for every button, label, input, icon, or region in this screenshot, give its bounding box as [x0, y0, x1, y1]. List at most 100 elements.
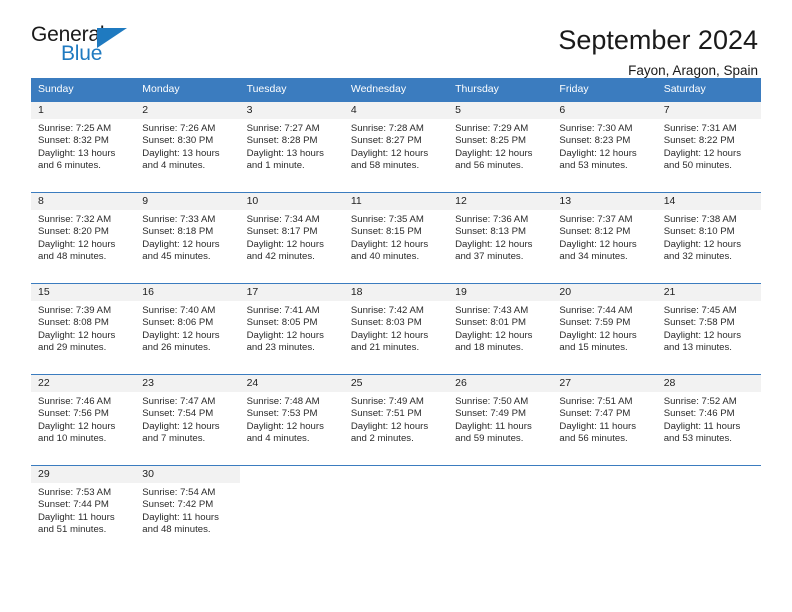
day-cell[interactable]: 18 Sunrise: 7:42 AM Sunset: 8:03 PM Dayl…	[343, 283, 449, 366]
day-number: 10	[246, 194, 259, 207]
day-cell[interactable]: 23 Sunrise: 7:47 AM Sunset: 7:54 PM Dayl…	[135, 374, 240, 457]
day-cell[interactable]: 22 Sunrise: 7:46 AM Sunset: 7:56 PM Dayl…	[31, 374, 136, 457]
day-cell[interactable]: 4 Sunrise: 7:28 AM Sunset: 8:27 PM Dayli…	[343, 101, 449, 184]
day-cell[interactable]: 1 Sunrise: 7:25 AM Sunset: 8:32 PM Dayli…	[31, 101, 136, 184]
day-cell[interactable]: 12 Sunrise: 7:36 AM Sunset: 8:13 PM Dayl…	[448, 192, 553, 275]
day-cell[interactable]: 20 Sunrise: 7:44 AM Sunset: 7:59 PM Dayl…	[552, 283, 657, 366]
day-number: 14	[663, 194, 676, 207]
sunrise-text: Sunrise: 7:27 AM	[246, 122, 320, 134]
calendar-page: General Blue September 2024 Fayon, Arago…	[0, 0, 792, 612]
day-number: 22	[38, 376, 50, 389]
daylight-text-line2: and 53 minutes.	[663, 433, 732, 445]
sunset-text: Sunset: 7:59 PM	[559, 317, 631, 329]
brand-name-blue: Blue	[61, 42, 103, 65]
sunset-text: Sunset: 8:27 PM	[350, 135, 422, 147]
daylight-text-line2: and 45 minutes.	[142, 251, 211, 263]
sunrise-text: Sunrise: 7:25 AM	[38, 122, 112, 134]
sunrise-text: Sunrise: 7:36 AM	[455, 213, 529, 225]
day-cell[interactable]: 30 Sunrise: 7:54 AM Sunset: 7:42 PM Dayl…	[135, 465, 240, 548]
day-cell[interactable]: 2 Sunrise: 7:26 AM Sunset: 8:30 PM Dayli…	[135, 101, 240, 184]
day-number: 6	[559, 103, 566, 116]
page-header: General Blue September 2024 Fayon, Arago…	[0, 0, 792, 78]
day-cell-empty	[552, 465, 657, 548]
sunrise-text: Sunrise: 7:35 AM	[350, 213, 424, 225]
day-cell[interactable]: 28 Sunrise: 7:52 AM Sunset: 7:46 PM Dayl…	[656, 374, 761, 457]
sunrise-text: Sunrise: 7:33 AM	[142, 213, 216, 225]
page-title: September 2024	[558, 25, 758, 55]
sunrise-text: Sunrise: 7:30 AM	[559, 122, 633, 134]
daylight-text-line2: and 15 minutes.	[559, 342, 628, 354]
day-cell[interactable]: 26 Sunrise: 7:50 AM Sunset: 7:49 PM Dayl…	[448, 374, 553, 457]
day-number: 30	[142, 467, 154, 480]
sunset-text: Sunset: 8:32 PM	[38, 135, 109, 147]
brand-logo[interactable]: General Blue	[31, 24, 151, 72]
daylight-text-line2: and 6 minutes.	[38, 160, 101, 172]
day-number: 1	[38, 103, 44, 116]
day-cell[interactable]: 9 Sunrise: 7:33 AM Sunset: 8:18 PM Dayli…	[135, 192, 240, 275]
day-cell[interactable]: 14 Sunrise: 7:38 AM Sunset: 8:10 PM Dayl…	[656, 192, 761, 275]
day-cell[interactable]: 29 Sunrise: 7:53 AM Sunset: 7:44 PM Dayl…	[31, 465, 136, 548]
sunset-text: Sunset: 8:13 PM	[455, 226, 527, 238]
weekday-header-saturday: Saturday	[663, 83, 706, 95]
day-cell[interactable]: 5 Sunrise: 7:29 AM Sunset: 8:25 PM Dayli…	[448, 101, 553, 184]
sunrise-text: Sunrise: 7:43 AM	[455, 304, 529, 316]
day-cell[interactable]: 6 Sunrise: 7:30 AM Sunset: 8:23 PM Dayli…	[552, 101, 657, 184]
daylight-text-line1: Daylight: 12 hours	[559, 238, 637, 250]
sunrise-text: Sunrise: 7:53 AM	[38, 486, 112, 498]
daylight-text-line1: Daylight: 11 hours	[559, 420, 637, 432]
weekday-header-monday: Monday	[142, 83, 180, 95]
day-number: 26	[455, 376, 467, 389]
daylight-text-line2: and 48 minutes.	[38, 251, 107, 263]
day-cell[interactable]: 19 Sunrise: 7:43 AM Sunset: 8:01 PM Dayl…	[448, 283, 553, 366]
daylight-text-line1: Daylight: 12 hours	[559, 147, 637, 159]
day-cell[interactable]: 11 Sunrise: 7:35 AM Sunset: 8:15 PM Dayl…	[343, 192, 449, 275]
daylight-text-line2: and 42 minutes.	[246, 251, 315, 263]
daylight-text-line1: Daylight: 12 hours	[559, 329, 637, 341]
sunset-text: Sunset: 8:18 PM	[142, 226, 214, 238]
daylight-text-line1: Daylight: 12 hours	[455, 147, 533, 159]
day-number: 20	[559, 285, 572, 298]
weekday-header-row: Sunday Monday Tuesday Wednesday Thursday…	[31, 78, 761, 101]
sunset-text: Sunset: 8:22 PM	[663, 135, 735, 147]
day-number: 16	[142, 285, 154, 298]
daylight-text-line1: Daylight: 12 hours	[142, 329, 220, 341]
day-cell[interactable]: 7 Sunrise: 7:31 AM Sunset: 8:22 PM Dayli…	[656, 101, 761, 184]
day-cell[interactable]: 3 Sunrise: 7:27 AM Sunset: 8:28 PM Dayli…	[239, 101, 344, 184]
sunrise-text: Sunrise: 7:26 AM	[142, 122, 216, 134]
day-number: 9	[142, 194, 149, 207]
day-cell[interactable]: 15 Sunrise: 7:39 AM Sunset: 8:08 PM Dayl…	[31, 283, 136, 366]
day-cell-empty	[239, 465, 344, 548]
day-cell[interactable]: 10 Sunrise: 7:34 AM Sunset: 8:17 PM Dayl…	[239, 192, 344, 275]
day-cell[interactable]: 8 Sunrise: 7:32 AM Sunset: 8:20 PM Dayli…	[31, 192, 136, 275]
daylight-text-line1: Daylight: 12 hours	[350, 147, 429, 159]
sunset-text: Sunset: 7:51 PM	[350, 408, 422, 420]
daylight-text-line1: Daylight: 12 hours	[38, 420, 116, 432]
sunrise-text: Sunrise: 7:28 AM	[350, 122, 424, 134]
day-cell[interactable]: 13 Sunrise: 7:37 AM Sunset: 8:12 PM Dayl…	[552, 192, 657, 275]
sunset-text: Sunset: 7:53 PM	[246, 408, 318, 420]
daylight-text-line1: Daylight: 11 hours	[38, 511, 115, 523]
week-row: 22 Sunrise: 7:46 AM Sunset: 7:56 PM Dayl…	[31, 373, 761, 457]
day-number: 7	[663, 103, 670, 116]
day-number: 11	[350, 194, 362, 207]
daylight-text-line1: Daylight: 13 hours	[142, 147, 220, 159]
sunrise-text: Sunrise: 7:44 AM	[559, 304, 633, 316]
sunrise-text: Sunrise: 7:34 AM	[246, 213, 320, 225]
day-cell[interactable]: 17 Sunrise: 7:41 AM Sunset: 8:05 PM Dayl…	[239, 283, 344, 366]
sunrise-text: Sunrise: 7:48 AM	[246, 395, 320, 407]
day-cell[interactable]: 16 Sunrise: 7:40 AM Sunset: 8:06 PM Dayl…	[135, 283, 240, 366]
sunset-text: Sunset: 7:47 PM	[559, 408, 631, 420]
daylight-text-line1: Daylight: 12 hours	[455, 329, 533, 341]
day-cell-empty	[448, 465, 553, 548]
day-number: 12	[455, 194, 467, 207]
day-number: 27	[559, 376, 572, 389]
sunrise-text: Sunrise: 7:46 AM	[38, 395, 112, 407]
day-cell[interactable]: 25 Sunrise: 7:49 AM Sunset: 7:51 PM Dayl…	[343, 374, 449, 457]
day-cell[interactable]: 24 Sunrise: 7:48 AM Sunset: 7:53 PM Dayl…	[239, 374, 344, 457]
day-number: 15	[38, 285, 50, 298]
day-number: 28	[663, 376, 676, 389]
day-cell[interactable]: 21 Sunrise: 7:45 AM Sunset: 7:58 PM Dayl…	[656, 283, 761, 366]
sunset-text: Sunset: 8:01 PM	[455, 317, 527, 329]
day-cell[interactable]: 27 Sunrise: 7:51 AM Sunset: 7:47 PM Dayl…	[552, 374, 657, 457]
daylight-text-line1: Daylight: 11 hours	[663, 420, 741, 432]
